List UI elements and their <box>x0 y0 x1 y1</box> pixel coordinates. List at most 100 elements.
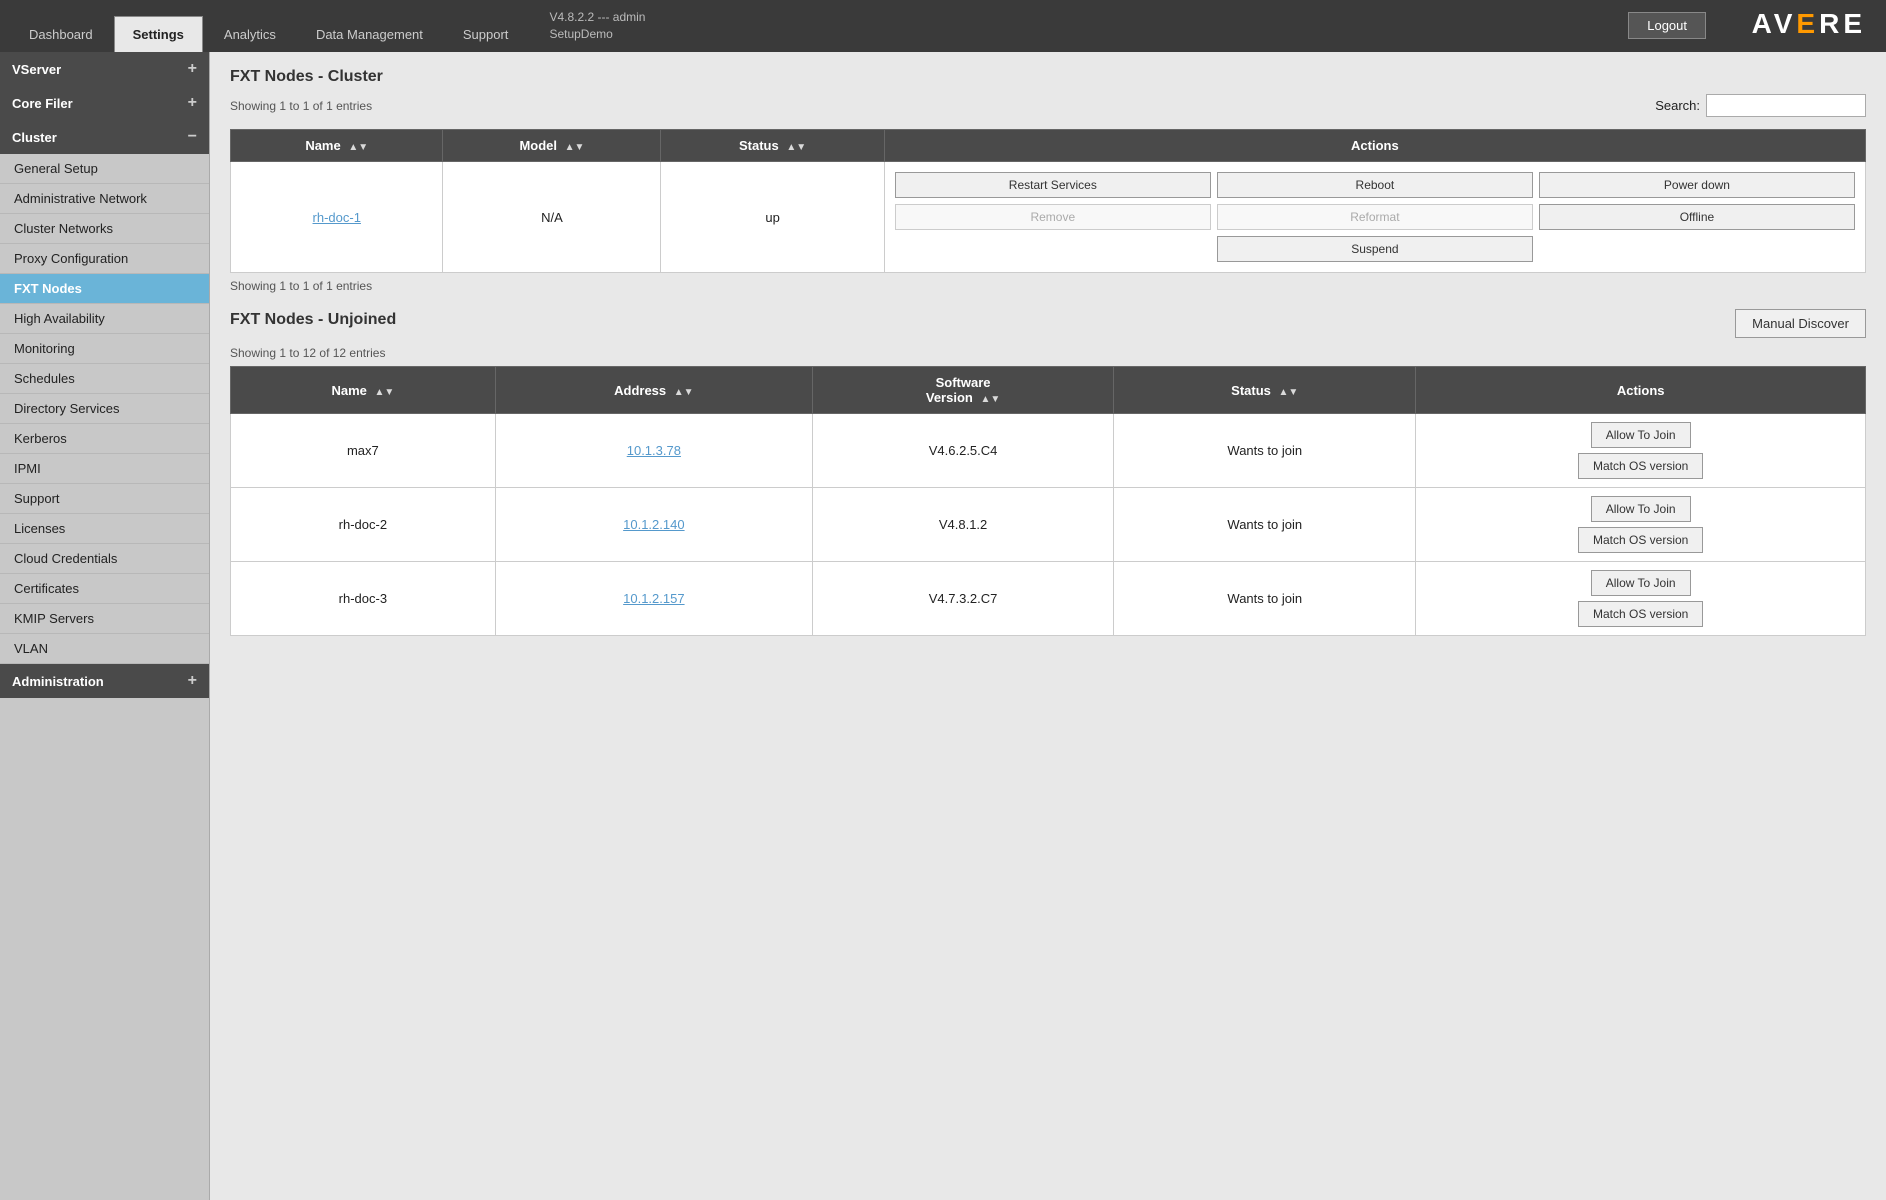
unjoined-section: FXT Nodes - Unjoined Manual Discover Sho… <box>230 309 1866 636</box>
cluster-section-title: FXT Nodes - Cluster <box>230 68 1866 86</box>
unode-address-1[interactable]: 10.1.3.78 <box>495 414 812 488</box>
vserver-expand-icon: + <box>188 60 197 78</box>
sidebar-item-vlan[interactable]: VLAN <box>0 634 209 664</box>
tab-support[interactable]: Support <box>444 16 528 52</box>
sidebar-item-kerberos[interactable]: Kerberos <box>0 424 209 454</box>
table-row: rh-doc-3 10.1.2.157 V4.7.3.2.C7 Wants to… <box>231 562 1866 636</box>
logout-button[interactable]: Logout <box>1628 12 1706 39</box>
manual-discover-button[interactable]: Manual Discover <box>1735 309 1866 338</box>
remove-button[interactable]: Remove <box>895 204 1211 230</box>
sidebar-item-kmip-servers[interactable]: KMIP Servers <box>0 604 209 634</box>
suspend-button[interactable]: Suspend <box>1217 236 1533 262</box>
vserver-label: VServer <box>12 62 61 77</box>
main-content: FXT Nodes - Cluster Showing 1 to 1 of 1 … <box>210 52 1886 1200</box>
allow-join-button-3[interactable]: Allow To Join <box>1591 570 1691 596</box>
sidebar: VServer + Core Filer + Cluster − General… <box>0 52 210 1200</box>
restart-services-button[interactable]: Restart Services <box>895 172 1211 198</box>
sidebar-item-certificates[interactable]: Certificates <box>0 574 209 604</box>
ustatus-sort-icon[interactable]: ▲▼ <box>1279 387 1299 398</box>
tab-dashboard[interactable]: Dashboard <box>10 16 112 52</box>
status-sort-icon[interactable]: ▲▼ <box>786 142 806 153</box>
cluster-showing-top: Showing 1 to 1 of 1 entries <box>230 99 372 113</box>
sidebar-item-proxy-config[interactable]: Proxy Configuration <box>0 244 209 274</box>
sidebar-section-cluster[interactable]: Cluster − <box>0 120 209 154</box>
sidebar-item-admin-network[interactable]: Administrative Network <box>0 184 209 214</box>
col-name: Name ▲▼ <box>231 130 443 162</box>
unode-actions-2: Allow To Join Match OS version <box>1416 488 1866 562</box>
sidebar-section-vserver[interactable]: VServer + <box>0 52 209 86</box>
sidebar-item-cloud-credentials[interactable]: Cloud Credentials <box>0 544 209 574</box>
unode-version-3: V4.7.3.2.C7 <box>812 562 1113 636</box>
software-sort-icon[interactable]: ▲▼ <box>980 394 1000 405</box>
unode-status-2: Wants to join <box>1114 488 1416 562</box>
unjoined-table: Name ▲▼ Address ▲▼ SoftwareVersion ▲▼ St… <box>230 366 1866 636</box>
power-down-button[interactable]: Power down <box>1539 172 1855 198</box>
match-os-button-1[interactable]: Match OS version <box>1578 453 1703 479</box>
table-row: rh-doc-2 10.1.2.140 V4.8.1.2 Wants to jo… <box>231 488 1866 562</box>
col-model: Model ▲▼ <box>443 130 661 162</box>
offline-button[interactable]: Offline <box>1539 204 1855 230</box>
match-os-button-3[interactable]: Match OS version <box>1578 601 1703 627</box>
sidebar-item-support[interactable]: Support <box>0 484 209 514</box>
core-filer-label: Core Filer <box>12 96 73 111</box>
search-label: Search: <box>1655 98 1700 113</box>
ucol-status: Status ▲▼ <box>1114 367 1416 414</box>
cluster-table: Name ▲▼ Model ▲▼ Status ▲▼ Actions rh-do… <box>230 129 1866 273</box>
unode-version-2: V4.8.1.2 <box>812 488 1113 562</box>
cluster-label: Cluster <box>12 130 57 145</box>
main-layout: VServer + Core Filer + Cluster − General… <box>0 52 1886 1200</box>
sidebar-item-cluster-networks[interactable]: Cluster Networks <box>0 214 209 244</box>
administration-label: Administration <box>12 674 104 689</box>
version-info: V4.8.2.2 --- admin SetupDemo <box>549 9 645 43</box>
unode-status-3: Wants to join <box>1114 562 1416 636</box>
allow-join-button-2[interactable]: Allow To Join <box>1591 496 1691 522</box>
ucol-software: SoftwareVersion ▲▼ <box>812 367 1113 414</box>
col-status: Status ▲▼ <box>661 130 884 162</box>
reboot-button[interactable]: Reboot <box>1217 172 1533 198</box>
sidebar-item-fxt-nodes[interactable]: FXT Nodes <box>0 274 209 304</box>
node-actions-cell: Restart Services Reboot Power down Remov… <box>884 162 1865 273</box>
unode-actions-1: Allow To Join Match OS version <box>1416 414 1866 488</box>
unode-actions-3: Allow To Join Match OS version <box>1416 562 1866 636</box>
sidebar-item-directory-services[interactable]: Directory Services <box>0 394 209 424</box>
unode-address-2[interactable]: 10.1.2.140 <box>495 488 812 562</box>
search-bar: Search: <box>1655 94 1866 117</box>
ucol-name: Name ▲▼ <box>231 367 496 414</box>
sidebar-section-core-filer[interactable]: Core Filer + <box>0 86 209 120</box>
node-name[interactable]: rh-doc-1 <box>231 162 443 273</box>
table-row: max7 10.1.3.78 V4.6.2.5.C4 Wants to join… <box>231 414 1866 488</box>
cluster-showing-bottom: Showing 1 to 1 of 1 entries <box>230 279 1866 293</box>
sidebar-item-high-availability[interactable]: High Availability <box>0 304 209 334</box>
ucol-address: Address ▲▼ <box>495 367 812 414</box>
allow-join-button-1[interactable]: Allow To Join <box>1591 422 1691 448</box>
cluster-collapse-icon: − <box>188 128 197 146</box>
unode-address-3[interactable]: 10.1.2.157 <box>495 562 812 636</box>
logo: AVERE <box>1752 8 1866 40</box>
model-sort-icon[interactable]: ▲▼ <box>565 142 585 153</box>
sidebar-item-general-setup[interactable]: General Setup <box>0 154 209 184</box>
uname-sort-icon[interactable]: ▲▼ <box>374 387 394 398</box>
tab-data-management[interactable]: Data Management <box>297 16 442 52</box>
sidebar-section-administration[interactable]: Administration + <box>0 664 209 698</box>
administration-expand-icon: + <box>188 672 197 690</box>
sidebar-item-monitoring[interactable]: Monitoring <box>0 334 209 364</box>
unode-name-3: rh-doc-3 <box>231 562 496 636</box>
table-row: rh-doc-1 N/A up Restart Services Reboot … <box>231 162 1866 273</box>
sidebar-item-schedules[interactable]: Schedules <box>0 364 209 394</box>
unjoined-section-title: FXT Nodes - Unjoined <box>230 311 396 329</box>
tab-analytics[interactable]: Analytics <box>205 16 295 52</box>
match-os-button-2[interactable]: Match OS version <box>1578 527 1703 553</box>
unode-name-2: rh-doc-2 <box>231 488 496 562</box>
tab-settings[interactable]: Settings <box>114 16 203 52</box>
unode-version-1: V4.6.2.5.C4 <box>812 414 1113 488</box>
search-input[interactable] <box>1706 94 1866 117</box>
address-sort-icon[interactable]: ▲▼ <box>674 387 694 398</box>
nav-tabs: Dashboard Settings Analytics Data Manage… <box>10 0 529 52</box>
unode-status-1: Wants to join <box>1114 414 1416 488</box>
cluster-section: FXT Nodes - Cluster Showing 1 to 1 of 1 … <box>230 68 1866 293</box>
node-status: up <box>661 162 884 273</box>
sidebar-item-ipmi[interactable]: IPMI <box>0 454 209 484</box>
reformat-button[interactable]: Reformat <box>1217 204 1533 230</box>
sidebar-item-licenses[interactable]: Licenses <box>0 514 209 544</box>
name-sort-icon[interactable]: ▲▼ <box>348 142 368 153</box>
